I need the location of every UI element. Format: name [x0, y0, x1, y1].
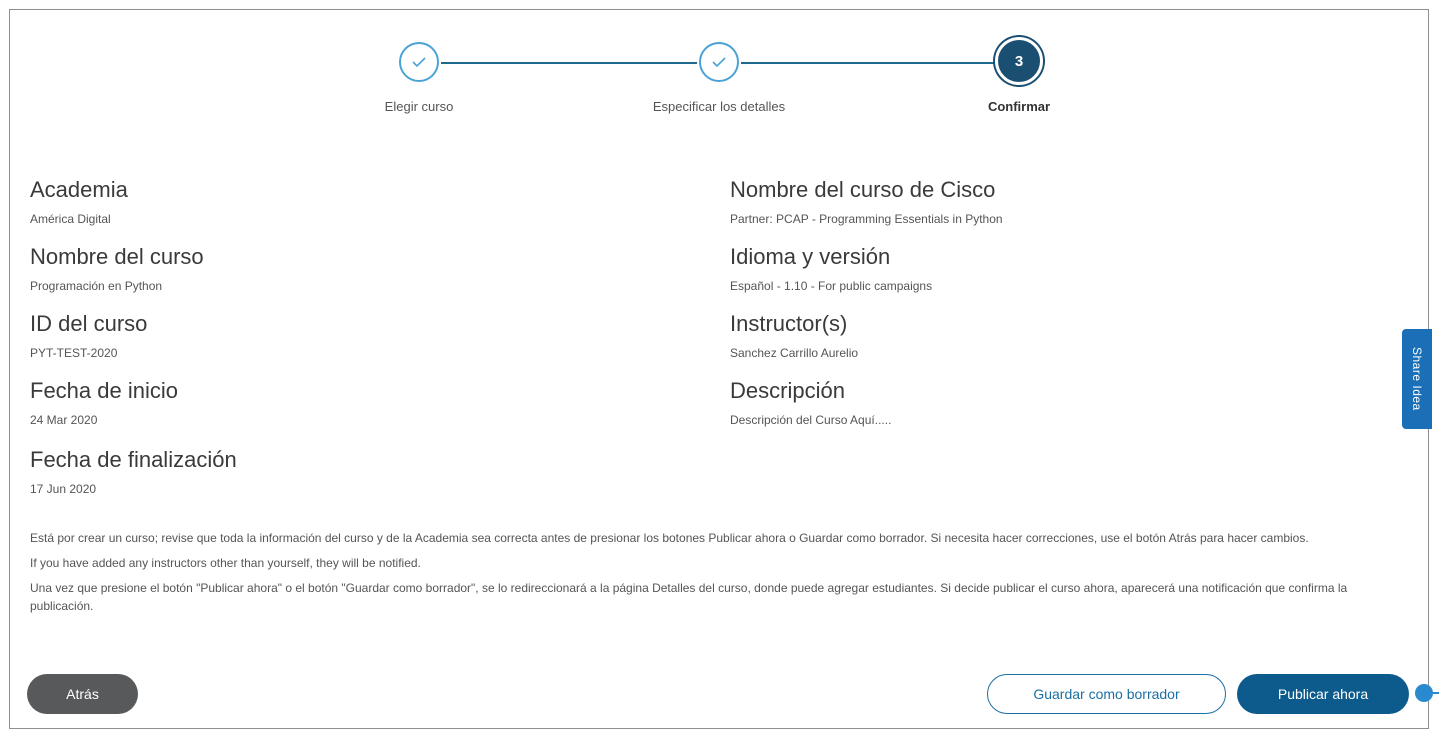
field-label: Instructor(s) [730, 311, 848, 336]
field-academia: Academia América Digital [30, 177, 128, 226]
note-redirect: Una vez que presione el botón "Publicar … [30, 581, 1348, 613]
field-id-curso: ID del curso PYT-TEST-2020 [30, 311, 147, 360]
field-nombre-curso: Nombre del curso Programación en Python [30, 244, 204, 293]
back-button[interactable]: Atrás [27, 674, 138, 714]
field-value: Partner: PCAP - Programming Essentials i… [730, 212, 1003, 226]
step-connector [441, 62, 697, 64]
field-label: Idioma y versión [730, 244, 891, 269]
field-value: América Digital [30, 212, 111, 226]
share-idea-label: Share Idea [1410, 347, 1424, 411]
field-label: Academia [30, 177, 128, 202]
field-label: Fecha de inicio [30, 378, 178, 403]
note-review: Está por crear un curso; revise que toda… [30, 531, 1309, 545]
click-indicator-line [1430, 692, 1439, 694]
save-draft-button[interactable]: Guardar como borrador [987, 674, 1226, 714]
step-1-indicator [399, 42, 439, 82]
field-label: Fecha de finalización [30, 447, 237, 472]
step-2-label: Especificar los detalles [652, 99, 786, 114]
field-nombre-curso-cisco: Nombre del curso de Cisco Partner: PCAP … [730, 177, 1003, 226]
field-value: Programación en Python [30, 279, 163, 293]
field-fecha-finalizacion: Fecha de finalización 17 Jun 2020 [30, 447, 237, 496]
field-value: 24 Mar 2020 [30, 413, 98, 427]
field-instructores: Instructor(s) Sanchez Carrillo Aurelio [730, 311, 858, 360]
field-value: 17 Jun 2020 [30, 482, 97, 496]
publish-now-button[interactable]: Publicar ahora [1237, 674, 1409, 714]
note-instructors: If you have added any instructors other … [30, 556, 421, 570]
check-icon [412, 57, 426, 68]
progress-stepper: 3 Elegir curso Especificar los detalles … [0, 0, 1439, 130]
share-idea-tab[interactable]: Share Idea [1402, 329, 1432, 429]
field-idioma-version: Idioma y versión Español - 1.10 - For pu… [730, 244, 932, 293]
step-1-label: Elegir curso [384, 99, 454, 114]
field-value: Descripción del Curso Aquí..... [730, 413, 892, 427]
step-2-indicator [699, 42, 739, 82]
step-connector [741, 62, 997, 64]
check-icon [712, 57, 726, 68]
field-label: ID del curso [30, 311, 148, 336]
confirmation-notes: Está por crear un curso; revise que toda… [30, 529, 1410, 622]
field-value: Español - 1.10 - For public campaigns [730, 279, 933, 293]
step-3-label: Confirmar [987, 99, 1051, 114]
field-fecha-inicio: Fecha de inicio 24 Mar 2020 [30, 378, 178, 427]
field-label: Descripción [730, 378, 845, 403]
field-label: Nombre del curso [30, 244, 204, 269]
field-descripcion: Descripción Descripción del Curso Aquí..… [730, 378, 891, 427]
field-label: Nombre del curso de Cisco [730, 177, 996, 202]
field-value: Sanchez Carrillo Aurelio [730, 346, 859, 360]
field-value: PYT-TEST-2020 [30, 346, 118, 360]
step-3-indicator: 3 [995, 37, 1043, 85]
